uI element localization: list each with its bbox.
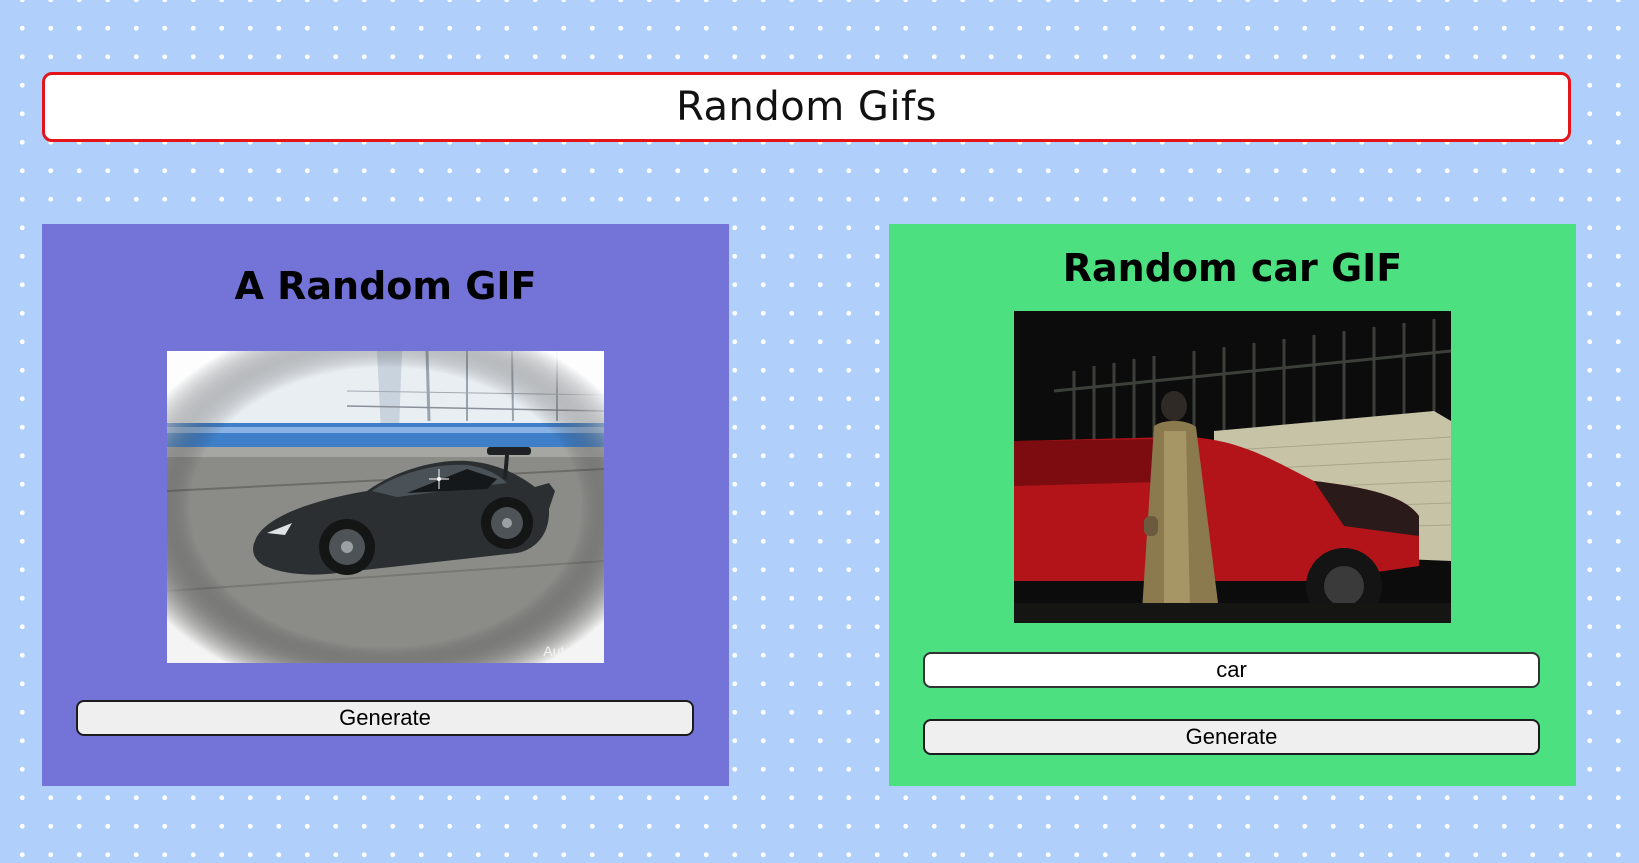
random-generate-button[interactable]: Generate (76, 700, 694, 736)
tag-gif-image (1014, 311, 1451, 623)
tag-generate-button[interactable]: Generate (923, 719, 1540, 755)
random-gif-image: AutoGifs (167, 351, 604, 663)
page-title: Random Gifs (676, 84, 937, 130)
tag-input[interactable] (923, 652, 1540, 688)
random-gif-title: A Random GIF (234, 264, 537, 308)
gif-watermark: AutoGifs (543, 643, 597, 659)
tag-gif-title: Random car GIF (1062, 246, 1403, 290)
page-header: Random Gifs (42, 72, 1571, 142)
tag-gif-card: Random car GIF car Generate (889, 224, 1576, 786)
random-gif-card: A Random GIF AutoGifs Generate (42, 224, 729, 786)
